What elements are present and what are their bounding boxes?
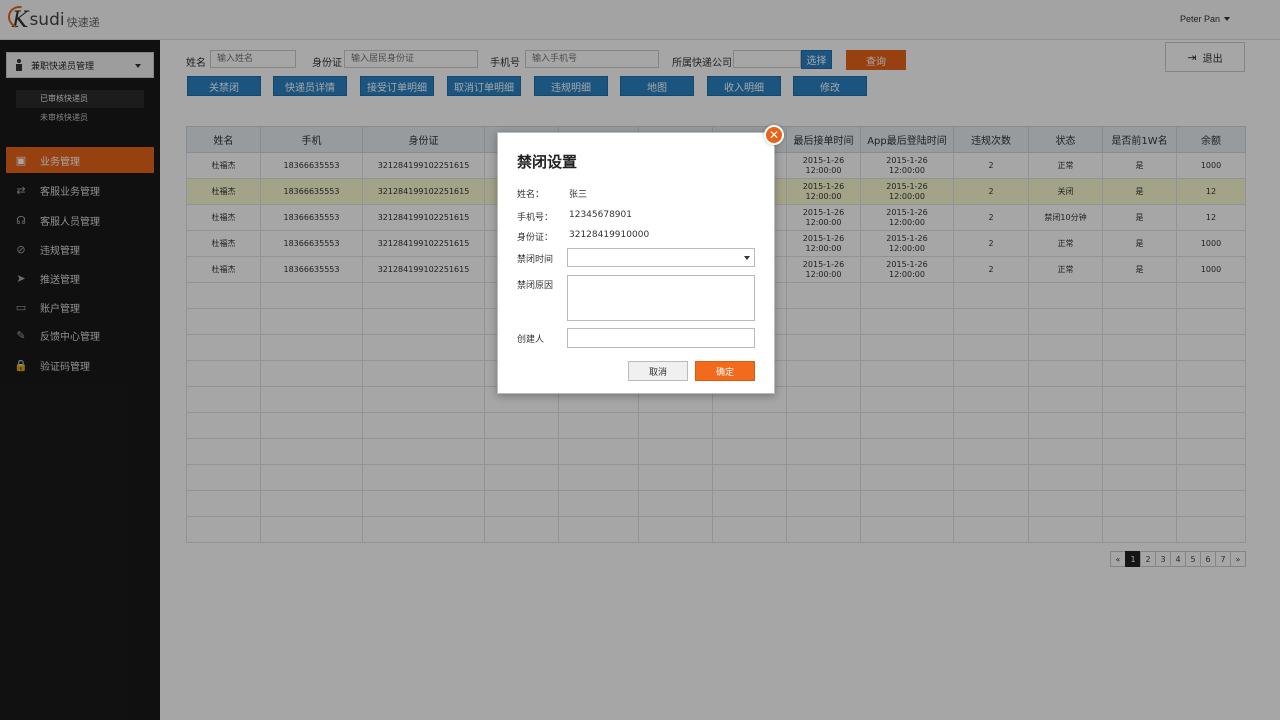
id-label: 身份证： (517, 233, 554, 243)
close-icon[interactable]: ✕ (764, 125, 784, 145)
creator-input[interactable] (567, 328, 755, 348)
id-value: 32128419910000 (569, 230, 650, 240)
phone-value: 12345678901 (569, 210, 632, 220)
creator-label: 创建人 (517, 335, 545, 345)
phone-label: 手机号： (517, 213, 554, 223)
chevron-down-icon (744, 256, 750, 260)
ban-time-label: 禁闭时间 (517, 255, 554, 265)
ban-settings-dialog: 禁闭设置 姓名： 张三 手机号： 12345678901 身份证： 321284… (497, 132, 775, 394)
name-label: 姓名： (517, 190, 545, 200)
confirm-button[interactable]: 确定 (695, 361, 755, 381)
dialog-title: 禁闭设置 (517, 153, 578, 171)
cancel-button[interactable]: 取消 (628, 361, 688, 381)
name-value: 张三 (569, 190, 588, 200)
ban-reason-textarea[interactable] (567, 275, 755, 321)
ban-time-select[interactable] (567, 248, 755, 267)
ban-reason-label: 禁闭原因 (517, 281, 554, 291)
